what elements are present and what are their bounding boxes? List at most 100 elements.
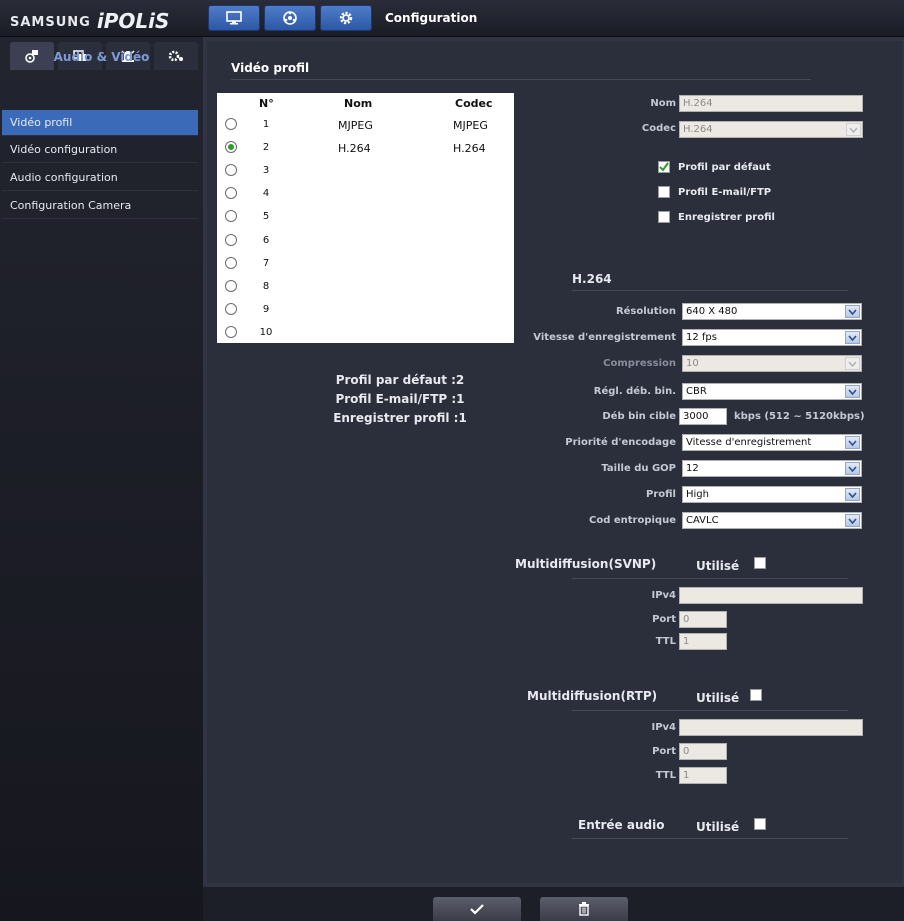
column-header-name: Nom <box>344 97 373 110</box>
default-profile-checkbox[interactable] <box>658 161 670 173</box>
profile-radio[interactable] <box>225 326 237 338</box>
chevron-down-icon <box>845 385 860 398</box>
target-bitrate-unit: kbps (512 ~ 5120kbps) <box>734 411 865 422</box>
svnp-ipv4-input[interactable] <box>679 587 863 604</box>
codec-label: Codec <box>641 123 676 134</box>
email-ftp-profile-option: Profil E-mail/FTP <box>658 186 771 198</box>
chevron-down-icon <box>845 488 860 501</box>
framerate-select[interactable]: 12 fps <box>682 329 862 346</box>
profile-radio[interactable] <box>225 303 237 315</box>
svnp-port-input[interactable]: 0 <box>679 611 727 628</box>
apply-button[interactable] <box>433 897 521 921</box>
profile-radio[interactable] <box>225 210 237 222</box>
default-profile-option: Profil par défaut <box>658 161 771 173</box>
profile-radio[interactable] <box>225 187 237 199</box>
profile-radio[interactable] <box>225 141 237 153</box>
name-label: Nom <box>650 98 676 109</box>
sidebar-item-audio-configuration[interactable]: Audio configuration <box>2 165 198 191</box>
framerate-value: 12 fps <box>686 332 717 343</box>
sidebar-item-video-profile[interactable]: Vidéo profil <box>2 110 198 136</box>
codec-select[interactable]: H.264 <box>679 121 863 138</box>
profile-number: 2 <box>262 142 270 153</box>
audio-input-enable-label: Utilisé <box>696 820 740 834</box>
title-divider <box>231 79 811 80</box>
sidebar-item-video-configuration[interactable]: Vidéo configuration <box>2 137 198 163</box>
bitrate-control-select[interactable]: CBR <box>682 383 862 400</box>
multicast-rtp-enable-checkbox[interactable] <box>750 689 762 701</box>
sidebar-item-camera-configuration[interactable]: Configuration Camera <box>2 193 198 219</box>
gop-size-label: Taille du GOP <box>601 463 676 474</box>
checkmark-icon <box>470 904 484 915</box>
checkmark-icon <box>659 162 669 172</box>
brand-samsung: SAMSUNG <box>10 15 91 30</box>
rtp-ipv4-input[interactable] <box>679 719 863 736</box>
multicast-svnp-enable-label: Utilisé <box>696 559 740 573</box>
chevron-down-icon <box>846 123 861 136</box>
profile-number: 10 <box>259 327 273 338</box>
target-bitrate-label: Déb bin cible <box>602 411 676 422</box>
entropy-coding-select[interactable]: CAVLC <box>682 512 862 529</box>
default-profile-checkbox-label: Profil par défaut <box>678 161 771 173</box>
audio-input-title: Entrée audio <box>578 818 665 832</box>
network-button[interactable] <box>264 5 316 31</box>
live-monitor-button[interactable] <box>208 5 260 31</box>
rtp-ttl-label: TTL <box>655 770 676 781</box>
profile-number: 5 <box>262 211 270 222</box>
compression-value: 10 <box>686 358 699 369</box>
email-ftp-profile-checkbox[interactable] <box>658 186 670 198</box>
chevron-down-icon <box>845 305 860 318</box>
compression-select[interactable]: 10 <box>682 355 862 372</box>
profile-radio[interactable] <box>225 164 237 176</box>
profile-codec: MJPEG <box>453 119 488 132</box>
profile-number: 8 <box>262 281 270 292</box>
audio-input-enable-checkbox[interactable] <box>754 818 766 830</box>
configuration-button[interactable] <box>320 5 372 31</box>
profile-radio[interactable] <box>225 257 237 269</box>
bitrate-control-label: Régl. déb. bin. <box>593 386 676 397</box>
settings-gear-icon <box>339 11 353 25</box>
svnp-port-label: Port <box>652 614 676 625</box>
gop-size-select[interactable]: 12 <box>682 460 862 477</box>
profile-number: 6 <box>262 235 270 246</box>
name-field[interactable]: H.264 <box>679 95 863 112</box>
profile-number: 9 <box>262 304 270 315</box>
svnp-divider <box>572 578 848 579</box>
target-bitrate-input[interactable]: 3000 <box>679 408 727 425</box>
profile-name: H.264 <box>338 142 371 155</box>
gop-size-value: 12 <box>686 463 699 474</box>
encoding-priority-label: Priorité d'encodage <box>565 437 676 448</box>
brand-ipolis: iPOLiS <box>96 9 170 33</box>
rtp-ttl-input[interactable]: 1 <box>679 767 727 784</box>
page-header-title: Configuration <box>385 11 478 25</box>
rtp-port-input[interactable]: 0 <box>679 743 727 760</box>
svnp-ttl-input[interactable]: 1 <box>679 633 727 650</box>
delete-button[interactable] <box>540 897 628 921</box>
multicast-svnp-enable-checkbox[interactable] <box>754 557 766 569</box>
chevron-down-icon <box>845 462 860 475</box>
profile-radio[interactable] <box>225 280 237 292</box>
profile-select[interactable]: High <box>682 486 862 503</box>
profile-radio[interactable] <box>225 234 237 246</box>
encoding-priority-value: Vitesse d'enregistrement <box>686 437 812 448</box>
encoding-priority-select[interactable]: Vitesse d'enregistrement <box>682 434 862 451</box>
profile-number: 3 <box>262 165 270 176</box>
sidebar-section-title: Audio & Vidéo <box>53 50 150 64</box>
summary-email-ftp-profile: Profil E-mail/FTP :1 <box>335 392 465 406</box>
page-title: Vidéo profil <box>231 61 310 75</box>
profile-label: Profil <box>646 489 676 500</box>
trash-icon <box>579 902 589 916</box>
audio-divider <box>572 838 848 839</box>
profile-number: 4 <box>262 188 270 199</box>
resolution-select[interactable]: 640 X 480 <box>682 303 862 320</box>
resolution-label: Résolution <box>615 306 676 317</box>
codec-select-value: H.264 <box>683 124 713 135</box>
profile-codec: H.264 <box>453 142 486 155</box>
profile-number: 7 <box>262 258 270 269</box>
h264-section-title: H.264 <box>572 272 612 286</box>
profile-radio[interactable] <box>225 118 237 130</box>
record-profile-checkbox[interactable] <box>658 211 670 223</box>
svnp-ipv4-label: IPv4 <box>651 590 676 601</box>
bitrate-control-value: CBR <box>686 386 707 397</box>
profile-table: N° Nom Codec 1 MJPEG MJPEG 2 H.264 H.264 3 4 5 6 7… <box>217 93 514 343</box>
profile-value: High <box>686 489 709 500</box>
